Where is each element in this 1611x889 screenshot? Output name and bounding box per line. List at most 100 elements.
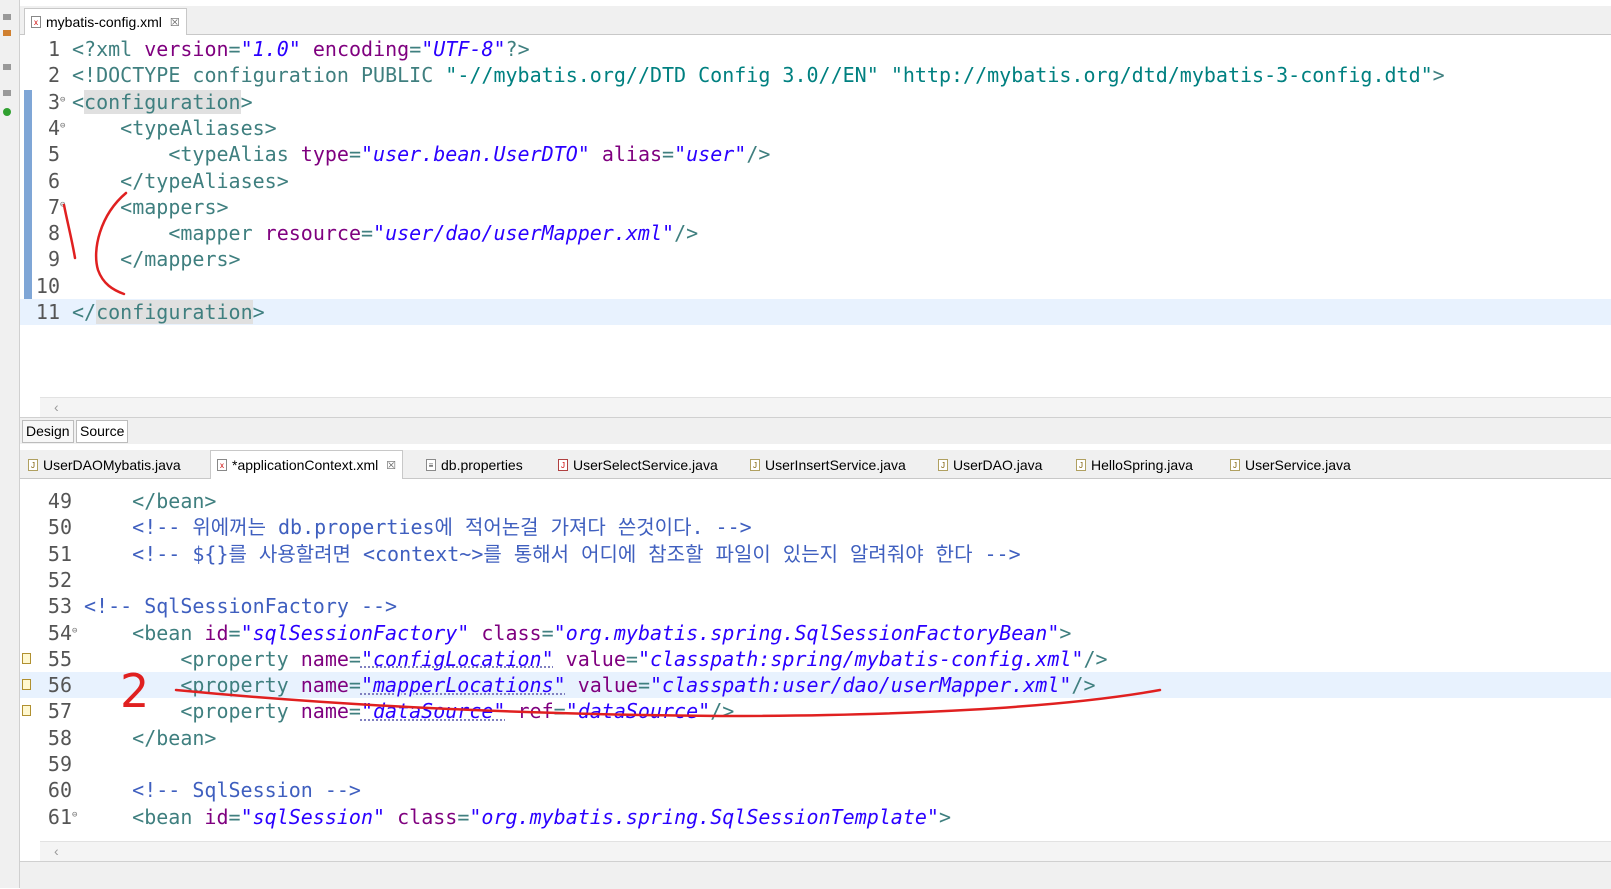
code-line-61[interactable]: 61 ⊖ <bean id="sqlSession" class="org.myb…	[20, 804, 1611, 830]
code-token: =	[637, 673, 650, 698]
code-token: "sqlSessionFactory"	[240, 620, 470, 645]
code-line-58[interactable]: 58 </bean>	[20, 725, 1611, 751]
code-token: "org.mybatis.spring.SqlSessionTemplate"	[469, 804, 939, 829]
fold-toggle-icon[interactable]: ⊖	[60, 192, 65, 218]
tab-mybatis-config[interactable]: x mybatis-config.xml ☒	[24, 8, 187, 35]
line-number: 49	[47, 489, 72, 513]
code-line-2[interactable]: 2 <!DOCTYPE configuration PUBLIC "-//myba…	[20, 62, 1611, 88]
java-file-icon: J	[1230, 459, 1240, 471]
code-line-3[interactable]: 3 ⊖ <configuration>	[20, 89, 1611, 115]
code-token: =	[228, 37, 241, 61]
code-token: <bean	[84, 620, 205, 645]
line-number: 3	[47, 89, 60, 114]
code-line-56[interactable]: 56 <property name="mapperLocations" valu…	[20, 672, 1611, 699]
code-line-51[interactable]: 51 <!-- ${}를 사용할려면 <context~>를 통해서 어디에 참…	[20, 541, 1611, 567]
code-token: <typeAliases>	[72, 115, 277, 140]
code-line-54[interactable]: 54 ⊖ <bean id="sqlSessionFactory" class="…	[20, 620, 1611, 646]
tab-label: db.properties	[441, 457, 523, 473]
code-line-11[interactable]: 11 </configuration>	[20, 299, 1611, 325]
close-icon[interactable]: ☒	[170, 16, 180, 29]
code-token: <!-- 위에꺼는 db.properties에 적어논걸 가져다 쓴것이다. …	[84, 515, 752, 540]
fold-toggle-icon[interactable]: ⊖	[72, 618, 77, 644]
code-line-9[interactable]: 9 </mappers>	[20, 246, 1611, 272]
code-token: >	[1432, 63, 1445, 88]
toolbar-glyph	[3, 64, 11, 70]
bottom-horizontal-scrollbar[interactable]: ‹	[40, 841, 1611, 862]
code-token: ref	[517, 699, 554, 724]
warning-marker-icon[interactable]	[22, 705, 31, 717]
code-line-1[interactable]: 1 <?xml version="1.0" encoding="UTF-8"?>	[20, 36, 1611, 62]
code-token: <property	[84, 699, 301, 724]
run-icon[interactable]	[3, 108, 11, 116]
code-token: />	[1071, 673, 1096, 698]
code-token: "user.bean.UserDTO"	[361, 142, 590, 167]
tab-userdao-java[interactable]: J UserDAO.java	[932, 452, 1048, 478]
tab-userinsertservice-java[interactable]: J UserInsertService.java	[744, 452, 912, 478]
scroll-left-icon[interactable]: ‹	[54, 399, 59, 415]
bottom-editor[interactable]: 49 </bean> 50 <!-- 위에꺼는 db.properties에 적어…	[20, 479, 1611, 841]
tab-applicationcontext-xml[interactable]: x *applicationContext.xml ☒	[210, 450, 404, 479]
code-token: "1.0"	[240, 37, 301, 61]
line-number: 55	[47, 646, 72, 671]
tab-userservice-java[interactable]: J UserService.java	[1224, 452, 1357, 478]
tab-db-properties[interactable]: ≡ db.properties	[420, 452, 529, 478]
code-token: />	[710, 699, 735, 724]
line-number: 9	[47, 247, 60, 272]
code-line-50[interactable]: 50 <!-- 위에꺼는 db.properties에 적어논걸 가져다 쓴것이…	[20, 514, 1611, 540]
code-token: resource	[264, 221, 361, 246]
close-icon[interactable]: ☒	[386, 459, 396, 472]
code-line-57[interactable]: 57 <property name="dataSource" ref="data…	[20, 698, 1611, 724]
tab-source[interactable]: Source	[76, 420, 129, 443]
code-line-6[interactable]: 6 </typeAliases>	[20, 168, 1611, 194]
code-line-52[interactable]: 52	[20, 567, 1611, 593]
code-line-55[interactable]: 55 <property name="configLocation" value…	[20, 646, 1611, 672]
warning-marker-icon[interactable]	[22, 652, 31, 664]
status-area	[20, 861, 1611, 889]
code-line-10[interactable]: 10	[20, 273, 1611, 299]
line-code: </mappers>	[72, 246, 240, 272]
java-file-icon: J	[1076, 459, 1086, 471]
code-token: <property	[84, 673, 301, 698]
tab-userselectservice-java[interactable]: J UserSelectService.java	[552, 452, 724, 478]
code-token: id	[204, 804, 229, 829]
left-toolbar-strip	[0, 0, 20, 888]
line-code: </bean>	[84, 725, 216, 751]
fold-toggle-icon[interactable]: ⊖	[60, 87, 65, 113]
code-line-4[interactable]: 4 ⊖ <typeAliases>	[20, 115, 1611, 141]
code-token: type	[300, 142, 349, 167]
code-line-59[interactable]: 59	[20, 751, 1611, 777]
code-line-5[interactable]: 5 <typeAlias type="user.bean.UserDTO" al…	[20, 141, 1611, 167]
code-token: "classpath:spring/mybatis-config.xml"	[637, 646, 1084, 671]
line-number: 5	[47, 142, 60, 167]
top-horizontal-scrollbar[interactable]: ‹	[40, 397, 1611, 418]
warning-marker-icon[interactable]	[22, 679, 31, 691]
code-token: =	[348, 646, 361, 671]
code-token: "dataSource"	[360, 699, 506, 724]
code-token: "user/dao/userMapper.xml"	[373, 221, 675, 246]
scroll-left-icon[interactable]: ‹	[54, 843, 59, 859]
code-token: version	[144, 37, 229, 61]
line-code: </configuration>	[72, 299, 265, 325]
java-error-file-icon: J	[558, 459, 568, 471]
fold-toggle-icon[interactable]: ⊖	[72, 802, 77, 828]
line-code: <!-- SqlSessionFactory -->	[84, 593, 397, 619]
code-line-49[interactable]: 49 </bean>	[20, 488, 1611, 514]
code-token: >	[240, 89, 253, 114]
tab-hellospring-java[interactable]: J HelloSpring.java	[1070, 452, 1199, 478]
java-file-icon: J	[938, 459, 948, 471]
code-token: =	[228, 620, 241, 645]
code-line-7[interactable]: 7 ⊖ <mappers>	[20, 194, 1611, 220]
code-token: "configLocation"	[360, 646, 554, 671]
top-editor[interactable]: 1 <?xml version="1.0" encoding="UTF-8"?> 2…	[20, 35, 1611, 397]
code-line-60[interactable]: 60 <!-- SqlSession -->	[20, 777, 1611, 803]
code-line-8[interactable]: 8 <mapper resource="user/dao/userMapper.…	[20, 220, 1611, 246]
fold-toggle-icon[interactable]: ⊖	[60, 113, 65, 139]
code-token: <property	[84, 646, 301, 671]
tab-design[interactable]: Design	[22, 420, 74, 443]
tab-userdaomybatis-java[interactable]: J UserDAOMybatis.java	[22, 452, 187, 478]
code-line-53[interactable]: 53 <!-- SqlSessionFactory -->	[20, 593, 1611, 619]
code-token: "dataSource"	[565, 699, 711, 724]
